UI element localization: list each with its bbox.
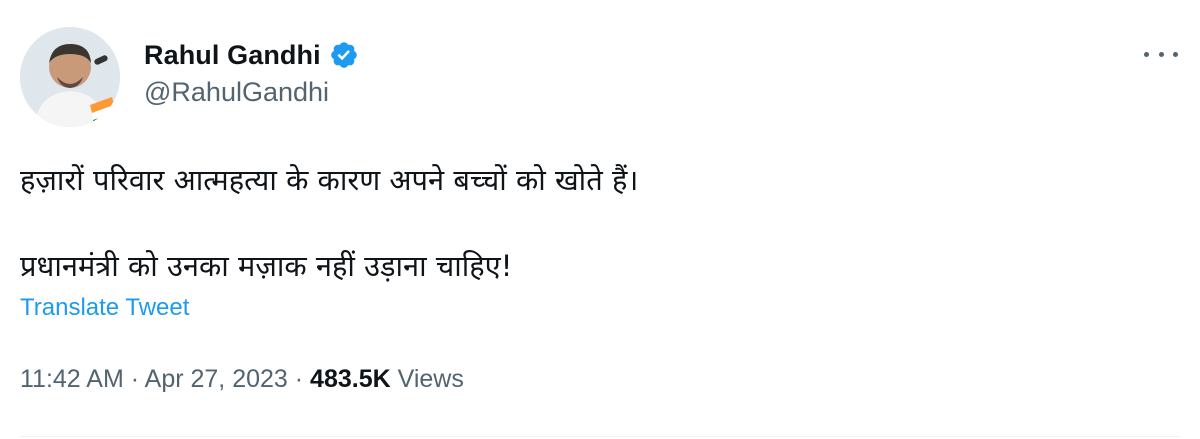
divider xyxy=(20,436,1180,437)
translate-tweet-link[interactable]: Translate Tweet xyxy=(20,294,189,322)
avatar-photo-icon xyxy=(20,27,120,127)
meta-separator: · xyxy=(294,365,304,393)
tweet-text-line-2: प्रधानमंत्री को उनका मज़ाक नहीं उड़ाना च… xyxy=(20,249,513,283)
tweet-date[interactable]: Apr 27, 2023 xyxy=(145,365,288,393)
tweet-text-line-1: हज़ारों परिवार आत्महत्या के कारण अपने बच… xyxy=(20,163,639,197)
meta-separator: · xyxy=(130,365,140,393)
verified-badge-icon xyxy=(330,42,357,68)
author-name-row: Rahul Gandhi xyxy=(144,36,359,74)
avatar[interactable] xyxy=(20,27,120,127)
more-options-icon[interactable] xyxy=(1144,42,1178,66)
views-label: Views xyxy=(397,365,464,393)
tweet-card: Rahul Gandhi @RahulGandhi हज़ारों परिवार… xyxy=(0,0,1200,439)
tweet-time[interactable]: 11:42 AM xyxy=(20,365,124,393)
views-count[interactable]: 483.5K xyxy=(310,365,391,393)
author-handle[interactable]: @RahulGandhi xyxy=(144,77,329,108)
tweet-meta: 11:42 AM · Apr 27, 2023 · 483.5K Views xyxy=(20,365,464,394)
author-display-name[interactable]: Rahul Gandhi xyxy=(144,40,321,71)
